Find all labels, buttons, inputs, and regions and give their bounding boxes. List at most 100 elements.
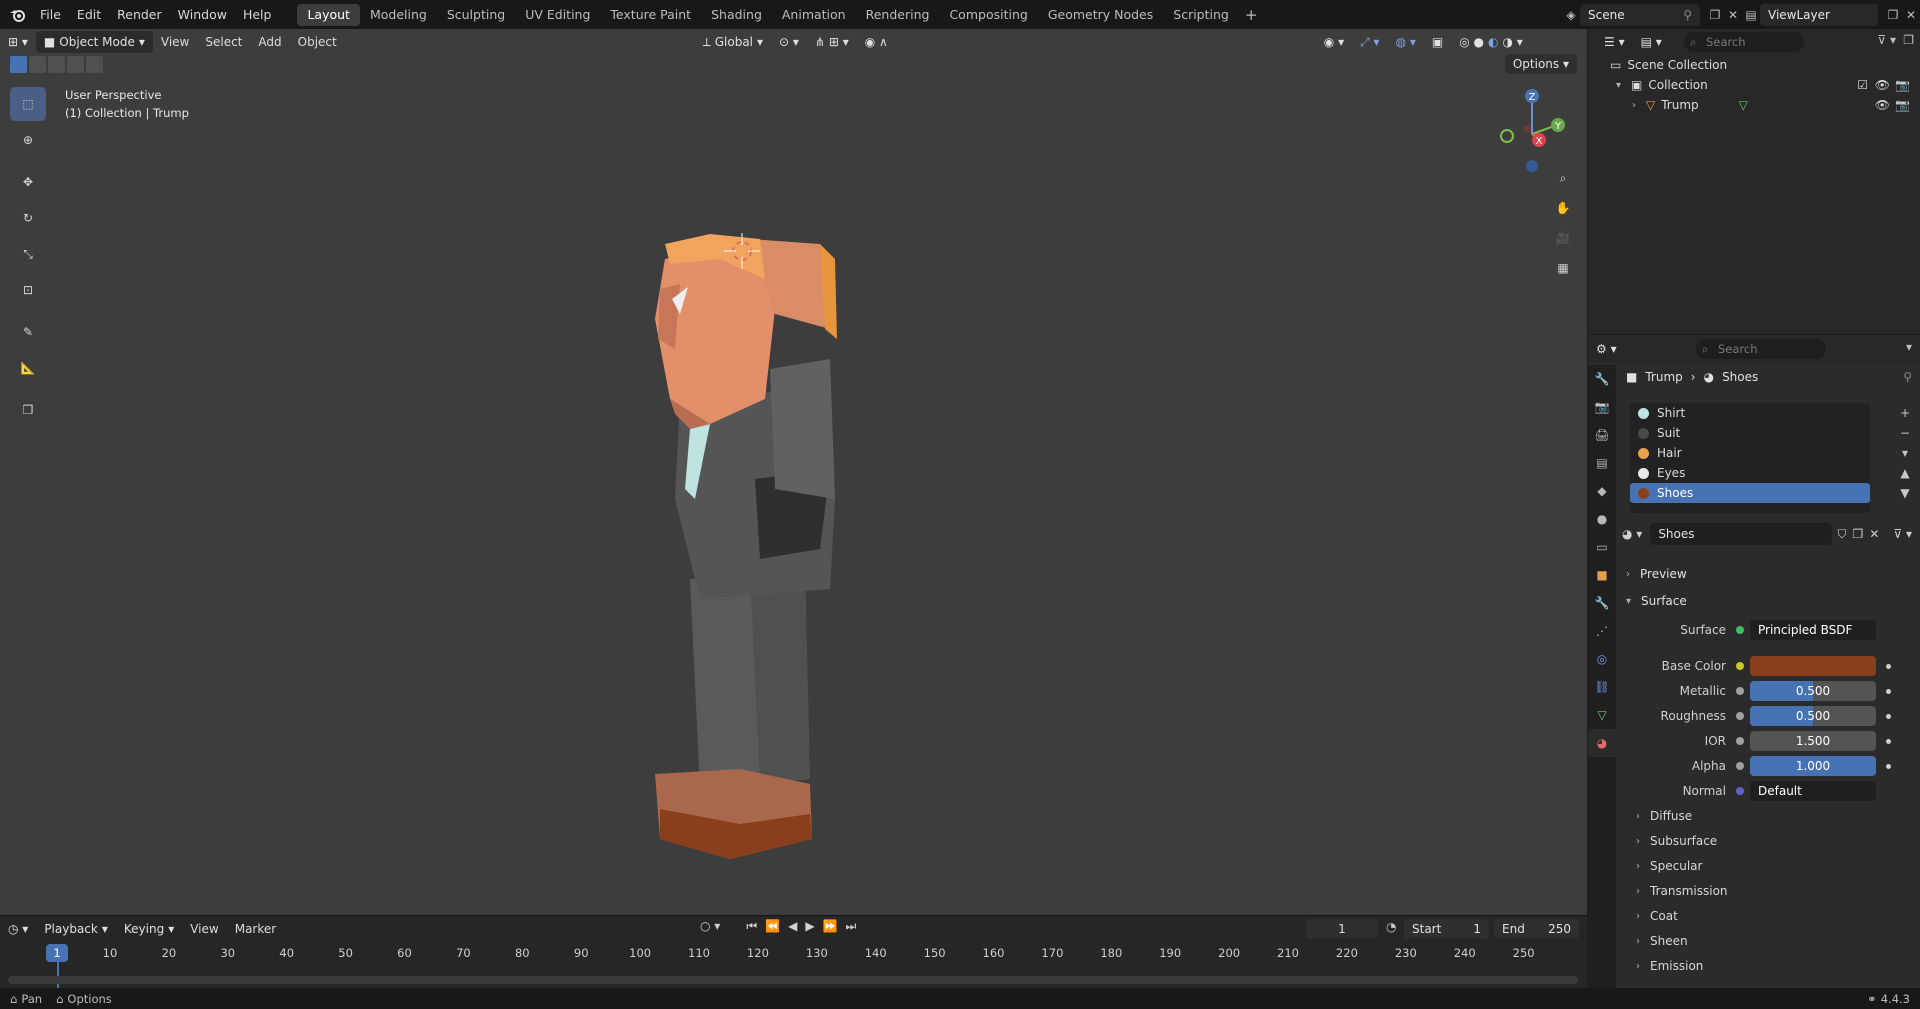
data-tab-icon[interactable]: ▽: [1588, 701, 1616, 729]
specular-subpanel[interactable]: › Specular: [1636, 856, 1702, 876]
remove-slot-icon[interactable]: −: [1894, 423, 1916, 443]
menu-window[interactable]: Window: [170, 4, 235, 26]
end-frame-field[interactable]: End 250: [1494, 919, 1579, 939]
list-item[interactable]: Shoes: [1630, 483, 1870, 503]
new-view-layer-icon[interactable]: ❐: [1884, 6, 1902, 24]
pan-hand-icon[interactable]: ✋: [1549, 194, 1577, 222]
outliner-editor-type-icon[interactable]: ☰ ▾: [1596, 31, 1633, 53]
ortho-grid-icon[interactable]: ▦: [1549, 254, 1577, 282]
3d-viewport[interactable]: ⊞ ▾ ■ Object Mode ▾ View Select Add Obje…: [0, 29, 1587, 915]
slot-specials-icon[interactable]: ▾: [1894, 443, 1916, 463]
coat-subpanel[interactable]: › Coat: [1636, 906, 1678, 926]
properties-search-input[interactable]: ⌕ Search: [1696, 339, 1826, 359]
keyframe-dot-icon[interactable]: [1886, 738, 1891, 744]
pivot-dropdown[interactable]: ⊙ ▾: [771, 31, 807, 53]
tab-scripting[interactable]: Scripting: [1163, 4, 1239, 26]
visibility-eye-icon[interactable]: 👁: [1875, 78, 1890, 92]
proportional-edit-toggle[interactable]: ◉ ∧: [857, 31, 896, 53]
scale-tool-icon[interactable]: ⤡: [10, 237, 46, 271]
timeline-view-menu[interactable]: View: [182, 922, 226, 936]
gizmo-toggle[interactable]: ⤢ ▾: [1352, 31, 1387, 53]
auto-key-icon[interactable]: ○ ▾: [700, 919, 720, 934]
collection-row[interactable]: ▾ ▣ Collection ☑ 👁 📷: [1588, 75, 1920, 95]
viewport-menu-add[interactable]: Add: [250, 35, 289, 49]
normal-field[interactable]: Default: [1750, 781, 1876, 801]
tab-layout[interactable]: Layout: [297, 3, 360, 26]
viewport-menu-view[interactable]: View: [153, 35, 197, 49]
tab-texture-paint[interactable]: Texture Paint: [600, 4, 701, 26]
select-invert-icon[interactable]: [67, 56, 84, 73]
keyframe-dot-icon[interactable]: [1886, 688, 1891, 694]
scene-collection-row[interactable]: ▭ Scene Collection: [1588, 55, 1920, 75]
overlay-toggle[interactable]: ◍ ▾: [1388, 31, 1424, 53]
snap-toggle[interactable]: ⋔ ⊞ ▾: [807, 31, 857, 53]
tab-rendering[interactable]: Rendering: [856, 4, 940, 26]
new-collection-icon[interactable]: ❐: [1903, 33, 1914, 47]
trump-3d-model[interactable]: [600, 199, 880, 869]
play-icon[interactable]: ▶: [805, 919, 814, 934]
options-dropdown[interactable]: Options ▾: [1504, 54, 1577, 74]
zoom-icon[interactable]: ⌕: [1549, 164, 1577, 192]
menu-render[interactable]: Render: [109, 4, 170, 26]
next-keyframe-icon[interactable]: ⏩: [823, 919, 838, 934]
timeline-editor-type-icon[interactable]: ◷ ▾: [0, 918, 36, 940]
scene-field[interactable]: Scene ⚲: [1580, 3, 1700, 26]
keyframe-dot-icon[interactable]: [1886, 663, 1891, 669]
cursor-tool-icon[interactable]: ⊕: [10, 123, 46, 157]
select-intersect-icon[interactable]: [86, 56, 103, 73]
move-up-icon[interactable]: ▲: [1894, 463, 1916, 483]
render-tab-icon[interactable]: 📷: [1588, 393, 1616, 421]
tab-modeling[interactable]: Modeling: [360, 4, 437, 26]
chevron-right-icon[interactable]: ›: [1632, 100, 1636, 111]
keyframe-dot-icon[interactable]: [1886, 763, 1891, 769]
link-dropdown-icon[interactable]: ⊽ ▾: [1893, 527, 1912, 541]
material-tab-icon[interactable]: ◕: [1588, 729, 1616, 757]
object-row-trump[interactable]: › ▽ Trump ▽ 👁 📷: [1588, 95, 1920, 115]
tool-tab-icon[interactable]: 🔧: [1588, 365, 1616, 393]
pin-icon[interactable]: ⚲: [1683, 8, 1692, 22]
tab-compositing[interactable]: Compositing: [939, 4, 1037, 26]
pin-icon[interactable]: ⚲: [1903, 370, 1912, 384]
select-extend-icon[interactable]: [29, 56, 46, 73]
transform-orientation-dropdown[interactable]: ⟂ Global ▾: [695, 31, 771, 53]
add-slot-icon[interactable]: +: [1894, 403, 1916, 423]
transmission-subpanel[interactable]: › Transmission: [1636, 881, 1728, 901]
surface-shader-field[interactable]: Principled BSDF: [1750, 620, 1876, 640]
fake-user-icon[interactable]: ⛉: [1838, 527, 1847, 542]
camera-view-icon[interactable]: 🎥: [1549, 224, 1577, 252]
material-browse-icon[interactable]: ◕ ▾: [1622, 527, 1642, 541]
camera-render-icon[interactable]: 📷: [1895, 78, 1910, 92]
rotate-tool-icon[interactable]: ↻: [10, 201, 46, 235]
play-reverse-icon[interactable]: ◀: [788, 919, 797, 934]
xray-toggle[interactable]: ▣: [1424, 31, 1451, 53]
collection-tab-icon[interactable]: ▭: [1588, 533, 1616, 561]
roughness-slider[interactable]: 0.500: [1750, 706, 1876, 726]
3d-cursor-icon[interactable]: [722, 231, 762, 271]
view-layer-tab-icon[interactable]: ▤: [1588, 449, 1616, 477]
move-tool-icon[interactable]: ✥: [10, 165, 46, 199]
keying-menu[interactable]: Keying ▾: [116, 918, 182, 940]
display-mode-dropdown[interactable]: ▤ ▾: [1633, 31, 1670, 53]
select-subtract-icon[interactable]: [48, 56, 65, 73]
tab-shading[interactable]: Shading: [701, 4, 772, 26]
tab-sculpting[interactable]: Sculpting: [437, 4, 515, 26]
world-tab-icon[interactable]: ●: [1588, 505, 1616, 533]
playhead[interactable]: 1: [46, 944, 68, 962]
add-cube-tool-icon[interactable]: ❒: [10, 393, 46, 427]
modifiers-tab-icon[interactable]: 🔧: [1588, 589, 1616, 617]
jump-start-icon[interactable]: ⏮: [746, 919, 757, 934]
new-scene-icon[interactable]: ❐: [1706, 6, 1724, 24]
visibility-eye-icon[interactable]: 👁: [1875, 98, 1890, 112]
tab-uv-editing[interactable]: UV Editing: [515, 4, 600, 26]
selection-mode-buttons[interactable]: [10, 56, 103, 73]
material-slot-list[interactable]: Shirt Suit Hair Eyes Shoes: [1630, 403, 1870, 513]
menu-edit[interactable]: Edit: [69, 4, 109, 26]
editor-type-dropdown[interactable]: ⊞ ▾: [0, 31, 36, 53]
playback-menu[interactable]: Playback ▾: [36, 918, 116, 940]
tab-animation[interactable]: Animation: [772, 4, 856, 26]
shading-mode-buttons[interactable]: ◎ ● ◐ ◑ ▾: [1451, 31, 1531, 53]
menu-help[interactable]: Help: [235, 4, 280, 26]
emission-subpanel[interactable]: › Emission: [1636, 956, 1703, 976]
list-item[interactable]: Hair: [1630, 443, 1870, 463]
timeline-editor[interactable]: ◷ ▾ Playback ▾ Keying ▾ View Marker ○ ▾ …: [0, 915, 1587, 988]
